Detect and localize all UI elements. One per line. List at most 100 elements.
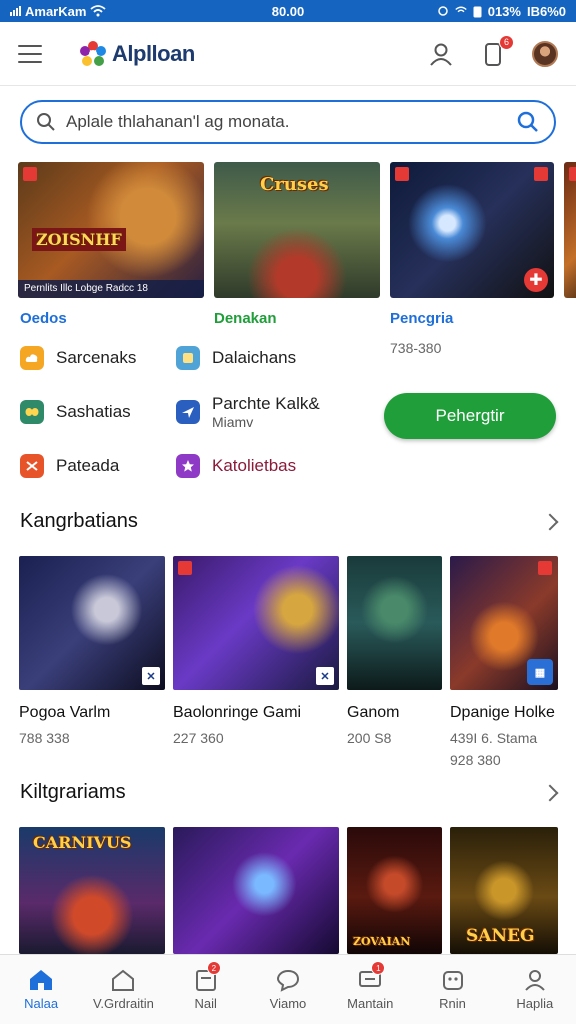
game-card[interactable]: ZOVAIAN [347, 827, 442, 954]
hot-tag-icon [178, 561, 192, 575]
add-icon[interactable]: ✚ [524, 268, 548, 292]
featured-card-3[interactable]: ✚ [390, 162, 554, 298]
grid-icon: ▦ [527, 659, 553, 685]
category-header-3[interactable]: Pencgria [390, 310, 453, 327]
puzzle-icon [176, 346, 200, 370]
app-header: Alplloan 6 [0, 22, 576, 86]
hot-tag-icon [23, 167, 37, 181]
account-icon[interactable] [428, 41, 454, 67]
featured-card-4[interactable] [564, 162, 576, 298]
game-meta: 200 S8 [347, 730, 392, 746]
section-title: Kangrbatians [20, 510, 138, 532]
category-item[interactable]: Sashatias [20, 385, 196, 439]
flower-logo-icon [80, 40, 106, 66]
featured-card-1[interactable]: ZOISNHF Pernlits Illc Lobge Radcc 18 [18, 162, 204, 298]
sync-icon [437, 6, 448, 16]
wifi-status-icon [455, 6, 467, 13]
search-bar[interactable] [20, 100, 556, 144]
status-extra: IB6%0 [526, 3, 566, 19]
game-card[interactable]: SANEG [450, 827, 558, 954]
category-item[interactable]: Pateada [20, 439, 196, 493]
battery-icon [473, 6, 482, 17]
app-screen: AmarKam 80.00 013% IB6%0 Alplloan 6 Apla… [0, 0, 576, 1024]
search-icon [37, 113, 55, 131]
battery-level: 013% [487, 3, 521, 19]
category-label: Dalaichans [212, 348, 297, 367]
clock: 80.00 [271, 3, 305, 19]
game-thumbnail: ZOVAIAN [347, 827, 442, 954]
game-meta-secondary: 928 380 [450, 752, 501, 768]
featured-art [564, 162, 576, 298]
game-thumbnail: SANEG [450, 827, 558, 954]
category-item[interactable]: Dalaichans [176, 331, 376, 385]
search-submit-icon[interactable] [516, 110, 540, 134]
game-card[interactable]: Ganom 200 S8 [347, 556, 442, 768]
game-thumbnail: ▦ [450, 556, 558, 690]
category-label: Parchte Kalk& [212, 394, 320, 413]
game-card[interactable]: ✕ Baolonringe Gami 227 360 [173, 556, 339, 768]
nav-chat[interactable]: Viamo [247, 955, 329, 1024]
featured-carousel[interactable]: ZOISNHF Pernlits Illc Lobge Radcc 18 Cru… [18, 162, 576, 298]
notification-badge: 6 [499, 34, 514, 50]
gamepad-icon [442, 971, 463, 990]
category-headers: Oedos Denakan Pencgria [0, 310, 576, 330]
nav-label: Mantain [347, 996, 394, 1011]
hot-tag-icon [395, 167, 409, 181]
game-meta: 439I 6. Stama [450, 730, 538, 746]
game-card[interactable]: ▦ Dpanige Holke 439I 6. Stama 928 380 [450, 556, 558, 768]
bottom-navigation: Nalaa V.Grdraitin 2 Nail Viamo 1 Mantain… [0, 954, 576, 1024]
nav-home[interactable]: Nalaa [0, 955, 82, 1024]
section-header: Kangrbatians [20, 510, 559, 533]
category-label: Sarcenaks [56, 348, 137, 367]
nav-badge: 2 [206, 961, 221, 975]
game-row: ✕ Pogoa Varlm 788 338 ✕ Baolonringe Gami… [19, 556, 558, 768]
primary-action-button[interactable]: Pehergtir [384, 393, 556, 439]
game-thumbnail [347, 556, 442, 690]
profile-icon [525, 970, 545, 991]
game-card[interactable] [173, 827, 339, 954]
nav-label: Haplia [516, 996, 554, 1011]
category-label: Katolietbas [212, 456, 297, 475]
nav-messages[interactable]: 1 Mantain [329, 955, 411, 1024]
chevron-right-icon[interactable] [541, 784, 559, 801]
category-sublabel: Miamv [212, 414, 254, 430]
category-item[interactable]: Parchte Kalk& Miamv [176, 385, 376, 439]
game-row: CARNIVUS ZOVAIAN SANEG [19, 827, 558, 954]
game-thumbnail [173, 827, 339, 954]
menu-icon[interactable] [18, 44, 42, 63]
category-header-1[interactable]: Oedos [20, 310, 67, 327]
nav-ranking[interactable]: Rnin [411, 955, 493, 1024]
game-card[interactable]: CARNIVUS [19, 827, 165, 954]
hot-tag-icon [569, 167, 576, 181]
featured-card-2[interactable]: Cruses [214, 162, 380, 298]
featured-art-title: ZOISNHF [32, 228, 126, 251]
section-title: Kiltgrariams [20, 781, 126, 803]
mask-icon [20, 400, 44, 424]
search-input[interactable] [66, 112, 516, 132]
game-card[interactable]: ✕ Pogoa Varlm 788 338 [19, 556, 165, 768]
signal-icon [10, 6, 21, 16]
app-logo[interactable]: Alplloan [78, 39, 195, 69]
avatar[interactable] [532, 40, 558, 67]
game-title: Ganom [347, 704, 400, 721]
game-art-title: ZOVAIAN [353, 935, 411, 948]
category-item[interactable]: Sarcenaks [20, 331, 196, 385]
nav-profile[interactable]: Haplia [494, 955, 576, 1024]
home-icon [30, 970, 53, 990]
flag-icon [20, 454, 44, 478]
category-header-2[interactable]: Denakan [214, 310, 277, 327]
nav-mail[interactable]: 2 Nail [165, 955, 247, 1024]
nav-games[interactable]: V.Grdraitin [82, 955, 164, 1024]
featured-caption: Pernlits Illc Lobge Radcc 18 [18, 280, 204, 298]
x-platform-icon: ✕ [142, 667, 160, 685]
x-platform-icon: ✕ [316, 667, 334, 685]
bookmark-tag-icon [538, 561, 552, 575]
category-list-2: Dalaichans Parchte Kalk& Miamv Katolietb… [176, 331, 376, 493]
house-outline-icon [112, 969, 135, 991]
game-thumbnail: ✕ [19, 556, 165, 690]
chevron-right-icon[interactable] [541, 513, 559, 530]
category-item[interactable]: Katolietbas [176, 439, 376, 493]
game-title: Dpanige Holke [450, 704, 555, 721]
chat-bubble-icon [276, 969, 299, 992]
notifications-button[interactable]: 6 [480, 34, 514, 67]
